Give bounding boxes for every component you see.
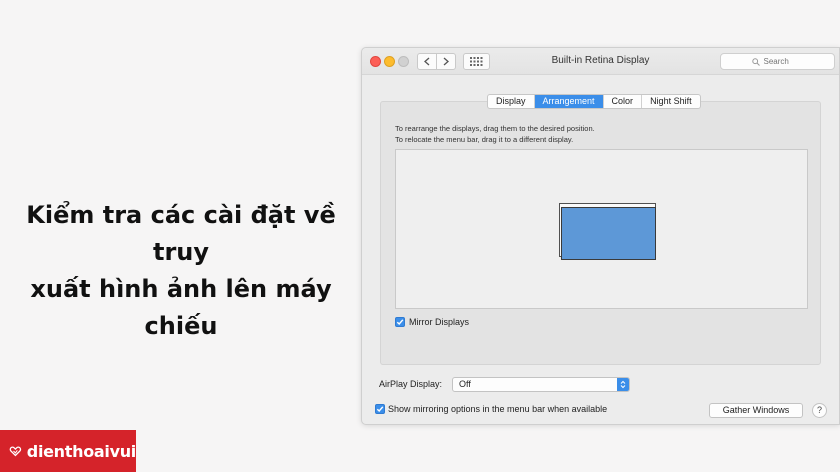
show-mirroring-options-checkbox[interactable] xyxy=(375,404,385,414)
arrangement-instructions: To rearrange the displays, drag them to … xyxy=(395,124,595,145)
tab-display[interactable]: Display xyxy=(488,95,535,108)
display-preferences-window: Built-in Retina Display Display Arrangem… xyxy=(361,47,840,425)
tab-night-shift[interactable]: Night Shift xyxy=(642,95,700,108)
tab-arrangement[interactable]: Arrangement xyxy=(534,95,604,108)
brand-logo-text: dienthoaivui xyxy=(26,441,137,461)
help-button[interactable]: ? xyxy=(812,403,827,418)
select-arrows-icon xyxy=(617,378,629,391)
instruction-rearrange: To rearrange the displays, drag them to … xyxy=(395,124,595,133)
tab-bar: Display Arrangement Color Night Shift xyxy=(487,94,701,109)
show-mirroring-options-label[interactable]: Show mirroring options in the menu bar w… xyxy=(388,404,607,414)
display-arrangement-area[interactable] xyxy=(395,149,808,309)
brand-logo: dienthoaivui xyxy=(0,430,136,472)
checkmark-icon xyxy=(376,406,384,413)
airplay-display-label: AirPlay Display: xyxy=(379,379,443,389)
airplay-display-value: Off xyxy=(459,379,471,389)
airplay-display-select[interactable]: Off xyxy=(452,377,630,392)
handshake-logo-icon xyxy=(9,446,22,457)
search-icon xyxy=(751,57,760,66)
mirror-displays-label[interactable]: Mirror Displays xyxy=(409,317,469,327)
headline-line-1: Kiểm tra các cài đặt về truy xyxy=(26,201,336,266)
checkmark-icon xyxy=(396,319,404,326)
mirror-displays-checkbox[interactable] xyxy=(395,317,405,327)
tab-color[interactable]: Color xyxy=(604,95,643,108)
headline: Kiểm tra các cài đặt về truy xuất hình ả… xyxy=(0,197,362,345)
display-thumbnail-primary[interactable] xyxy=(561,207,656,260)
gather-windows-button[interactable]: Gather Windows xyxy=(709,403,803,418)
search-input[interactable] xyxy=(763,57,804,66)
headline-line-2: xuất hình ảnh lên máy chiếu xyxy=(30,275,332,340)
search-field[interactable] xyxy=(720,53,835,70)
title-bar[interactable]: Built-in Retina Display xyxy=(362,48,839,75)
instruction-menu-bar: To relocate the menu bar, drag it to a d… xyxy=(395,134,574,144)
